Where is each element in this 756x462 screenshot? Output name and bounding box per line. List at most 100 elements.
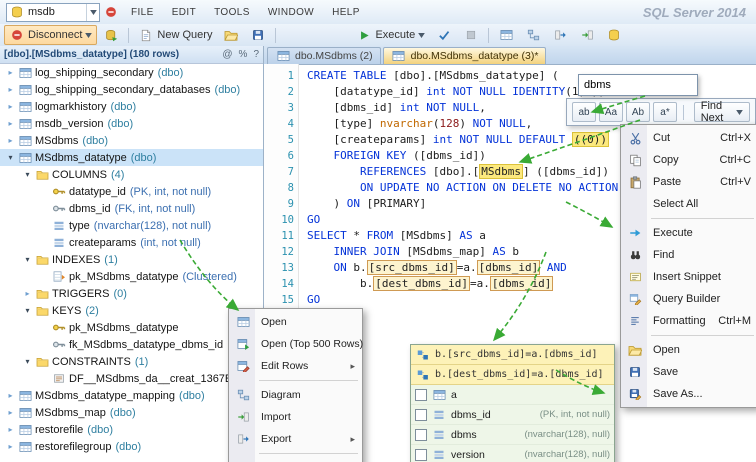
completion-item-version[interactable]: version (nvarchar(128), null) [411,445,614,462]
expand-icon[interactable]: ▸ [4,391,17,400]
completion-item-dbms-id[interactable]: dbms_id (PK, int, not null) [411,405,614,425]
tree-item-indexes[interactable]: ▾ INDEXES (1) [0,251,263,268]
code-line[interactable]: GO [307,212,618,228]
tree-item-constraints[interactable]: ▾ CONSTRAINTS (1) [0,353,263,370]
expand-icon[interactable]: ▸ [4,102,17,111]
tree-item-triggers[interactable]: ▸ TRIGGERS (0) [0,285,263,302]
tree-item-createparams[interactable]: createparams (int, not null) [0,234,263,251]
explorer-tool-1-button[interactable]: % [239,49,248,60]
database-selector[interactable]: msdb [6,2,100,22]
tree-item-type[interactable]: type (nvarchar(128), not null) [0,217,263,234]
tree-item-log-shipping-secondary-databases[interactable]: ▸ log_shipping_secondary_databases (dbo) [0,81,263,98]
execute-button[interactable]: Execute [351,25,430,45]
tree-item-keys[interactable]: ▾ KEYS (2) [0,302,263,319]
table-menu-item-script-as[interactable]: SCRIPT AS▸ [230,457,361,462]
expand-icon[interactable]: ▸ [4,119,17,128]
completion-item-dbms[interactable]: dbms (nvarchar(128), null) [411,425,614,445]
table-menu-item-diagram[interactable]: Diagram [230,384,361,406]
parse-button[interactable] [431,25,457,45]
code-line[interactable]: ON UPDATE NO ACTION ON DELETE NO ACTION [307,180,618,196]
table-menu-item-open-top-500-rows[interactable]: Open (Top 500 Rows) [230,333,363,355]
tree-item-pk-msdbms-datatype[interactable]: pk_MSdbms_datatype (Clustered) [0,268,263,285]
expand-icon[interactable]: ▸ [4,408,17,417]
code-line[interactable]: INNER JOIN [MSdbms_map] AS b [307,244,618,260]
expand-icon[interactable]: ▸ [4,425,17,434]
menu-help[interactable]: HELP [323,5,369,20]
expand-icon[interactable]: ▸ [4,442,17,451]
table-menu-item-import[interactable]: Import [230,406,361,428]
expand-icon[interactable]: ▸ [4,136,17,145]
tab-dbo-msdbms-2[interactable]: dbo.MSdbms (2) [267,47,381,64]
menu-tools[interactable]: TOOLS [205,5,259,20]
tree-item-columns[interactable]: ▾ COLUMNS (4) [0,166,263,183]
code-line[interactable]: GO [307,292,618,308]
find-option-ab-button[interactable]: ab [572,102,596,122]
completion-checkbox[interactable] [415,388,427,401]
save-file-button[interactable] [245,25,271,45]
editor-menu-item-paste[interactable]: Paste Ctrl+V [622,171,756,193]
export-button[interactable] [547,25,573,45]
find-option-aa-button[interactable]: Aa [599,102,623,122]
new-query-button[interactable]: New Query [133,25,217,45]
collapse-icon[interactable]: ▾ [21,170,34,179]
tree-item-dbms-id[interactable]: dbms_id (FK, int, not null) [0,200,263,217]
find-next-button[interactable]: Find Next [693,100,750,124]
collapse-icon[interactable]: ▾ [21,255,34,264]
code-line[interactable]: ) ON [PRIMARY] [307,196,618,212]
code-line[interactable]: SELECT * FROM [MSdbms] AS a [307,228,618,244]
connection-state-button[interactable] [102,3,120,21]
code-line[interactable]: FOREIGN KEY ([dbms_id]) [307,148,618,164]
editor-menu-item-find[interactable]: Find [622,244,756,266]
tree-item-pk-msdbms-datatype[interactable]: pk_MSdbms_datatype [0,319,263,336]
tree-item-logmarkhistory[interactable]: ▸ logmarkhistory (dbo) [0,98,263,115]
refresh-database-button[interactable] [98,25,124,45]
explorer-tool-0-button[interactable]: @ [222,49,232,60]
collapse-icon[interactable]: ▾ [21,357,34,366]
tree-item-msdbms-datatype[interactable]: ▾ MSdbms_datatype (dbo) [0,149,263,166]
dropdown-caret-icon[interactable] [86,3,97,21]
search-input[interactable] [579,75,697,95]
editor-menu-item-open[interactable]: Open [622,339,756,361]
tree-item-msdbms-datatype-mapping[interactable]: ▸ MSdbms_datatype_mapping (dbo) [0,387,263,404]
editor-menu-item-save-as[interactable]: Save As... [622,383,756,405]
code-line[interactable]: CREATE TABLE [dbo].[MSdbms_datatype] ( [307,68,618,84]
code-line[interactable]: ON b. [src_dbms_id] =a. [dbms_id] AND [307,260,618,276]
tree-item-msdb-version[interactable]: ▸ msdb_version (dbo) [0,115,263,132]
find-next-caret-icon[interactable] [736,106,743,118]
database-tools-button[interactable] [601,25,627,45]
completion-checkbox[interactable] [415,428,427,441]
completion-item-a[interactable]: a [411,385,614,405]
tree-item-df-msdbms-da-creat-1367e606[interactable]: DF__MSdbms_da__creat_1367E606 [0,370,263,387]
tree-item-datatype-id[interactable]: datatype_id (PK, int, not null) [0,183,263,200]
diagram-button[interactable] [520,25,546,45]
menu-edit[interactable]: EDIT [163,5,205,20]
open-file-button[interactable] [218,25,244,45]
tree-item-restorefilegroup[interactable]: ▸ restorefilegroup (dbo) [0,438,263,455]
code-line[interactable]: b. [dest_dbms_id] =a. [dbms_id] [307,276,618,292]
completion-checkbox[interactable] [415,408,427,421]
execute-caret-icon[interactable] [418,29,426,41]
tab-dbo-msdbms-datatype-3[interactable]: dbo.MSdbms_datatype (3)* [382,47,547,64]
import-button[interactable] [574,25,600,45]
editor-menu-item-query-builder[interactable]: Query Builder [622,288,756,310]
find-box[interactable] [578,74,698,96]
editor-menu-item-cut[interactable]: Cut Ctrl+X [622,127,756,149]
menu-window[interactable]: WINDOW [259,5,323,20]
stop-button[interactable] [458,25,484,45]
menu-file[interactable]: FILE [122,5,163,20]
tree-item-msdbms[interactable]: ▸ MSdbms (dbo) [0,132,263,149]
editor-menu-item-execute[interactable]: Execute [622,222,756,244]
editor-menu-item-save[interactable]: Save [622,361,756,383]
editor-menu-item-copy[interactable]: Copy Ctrl+C [622,149,756,171]
tree-item-fk-msdbms-datatype-dbms-id[interactable]: fk_MSdbms_datatype_dbms_id [0,336,263,353]
editor-menu-item-insert-snippet[interactable]: Insert Snippet [622,266,756,288]
disconnect-button[interactable]: Disconnect [4,25,98,45]
expand-icon[interactable]: ▸ [21,289,34,298]
explorer-tool-2-button[interactable]: ? [253,49,259,60]
tree-item-msdbms-map[interactable]: ▸ MSdbms_map (dbo) [0,404,263,421]
find-option-ab-button[interactable]: Ab [626,102,650,122]
table-menu-item-export[interactable]: Export ▸ [230,428,361,450]
completion-expression[interactable]: b.[src_dbms_id]=a.[dbms_id] [411,345,614,365]
disconnect-caret-icon[interactable] [85,29,93,41]
find-option-a-button[interactable]: a* [653,102,677,122]
